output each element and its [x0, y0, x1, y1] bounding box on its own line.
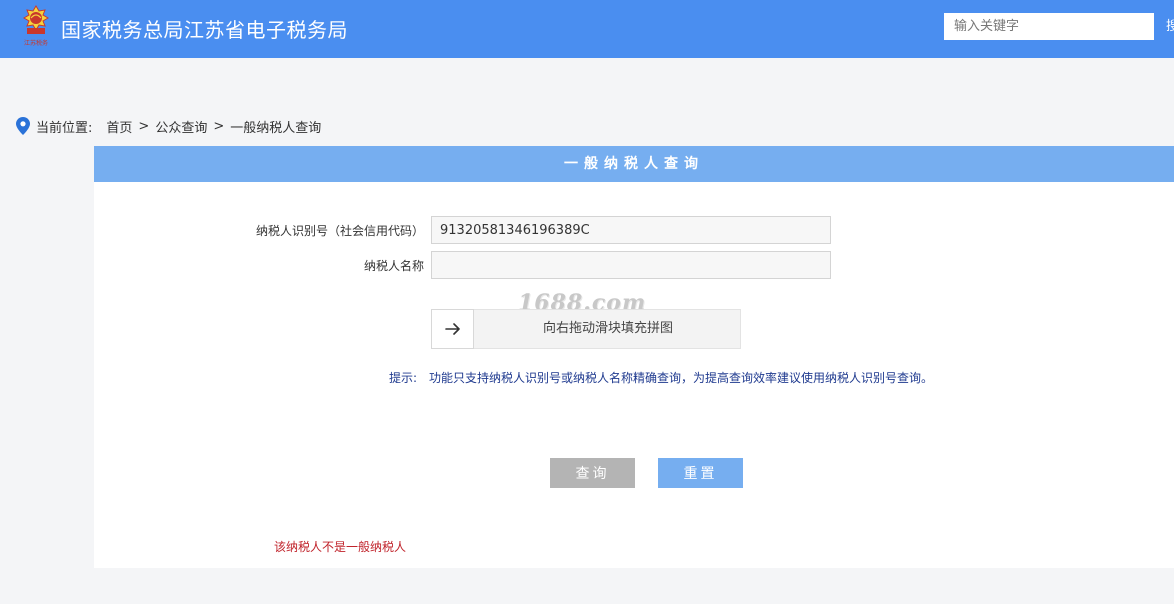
query-button[interactable]: 查询 [550, 458, 635, 488]
taxpayer-id-input[interactable] [431, 216, 831, 244]
breadcrumb-public-query[interactable]: 公众查询 [155, 117, 207, 136]
location-pin-icon [16, 117, 30, 135]
taxpayer-id-label: 纳税人识别号（社会信用代码） [256, 224, 425, 238]
taxpayer-name-label: 纳税人名称 [364, 259, 425, 273]
reset-button[interactable]: 重置 [658, 458, 743, 488]
breadcrumb-current: 一般纳税人查询 [230, 120, 322, 136]
breadcrumb-home[interactable]: 首页 [106, 117, 132, 136]
slider-handle[interactable] [431, 309, 474, 349]
search-button[interactable]: 搜索 [1154, 13, 1174, 40]
hint-label: 提示: [389, 371, 418, 385]
breadcrumb-label: 当前位置: [36, 120, 93, 136]
logo-caption: 江苏税务 [24, 39, 48, 47]
taxpayer-name-input[interactable] [431, 251, 831, 279]
breadcrumb: 当前位置: 首页 > 公众查询 > 一般纳税人查询 [16, 116, 321, 136]
top-header: 江苏税务 国家税务总局江苏省电子税务局 搜索 [0, 0, 1174, 58]
hint-message: 功能只支持纳税人识别号或纳税人名称精确查询，为提高查询效率建议使用纳税人识别号查… [429, 371, 934, 385]
slider-captcha[interactable]: 向右拖动滑块填充拼图 [431, 309, 741, 349]
query-panel: 一般纳税人查询 纳税人识别号（社会信用代码） 纳税人名称 1688.com 向右… [94, 146, 1174, 568]
breadcrumb-separator: > [213, 118, 225, 134]
hint-text: 提示: 功能只支持纳税人识别号或纳税人名称精确查询，为提高查询效率建议使用纳税人识… [389, 369, 933, 386]
tax-emblem-logo[interactable]: 江苏税务 [18, 4, 54, 48]
breadcrumb-separator: > [138, 118, 150, 134]
search-input[interactable] [944, 13, 1154, 40]
result-message: 该纳税人不是一般纳税人 [274, 540, 407, 554]
site-title: 国家税务总局江苏省电子税务局 [61, 18, 348, 42]
slider-instruction: 向右拖动滑块填充拼图 [542, 321, 673, 336]
arrow-right-icon [444, 323, 460, 335]
panel-title: 一般纳税人查询 [94, 146, 1174, 182]
